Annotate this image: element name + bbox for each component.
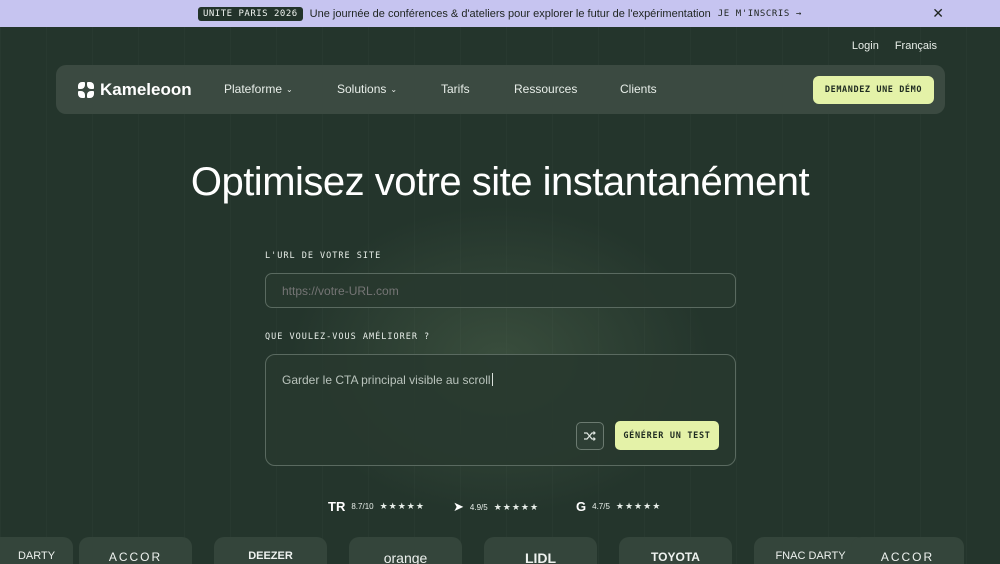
improve-field-label: QUE VOULEZ-VOUS AMÉLIORER ? <box>265 332 431 342</box>
shuffle-icon <box>584 431 596 441</box>
client-logo-toyota: TOYOTA <box>619 537 732 564</box>
nav-item-ressources[interactable]: Ressources <box>514 82 577 96</box>
nav-item-label: Tarifs <box>441 82 470 96</box>
improve-textarea-value: Garder le CTA principal visible au scrol… <box>282 373 493 387</box>
announcement-cta-label: JE M'INSCRIS <box>717 8 790 19</box>
nav-item-label: Ressources <box>514 82 578 96</box>
announcement-bar: UNITE PARIS 2026 Une journée de conféren… <box>0 0 1000 27</box>
rating-score: 8.7/10 <box>351 502 374 511</box>
trustradius-icon: TR <box>328 499 346 514</box>
announcement-cta-link[interactable]: JE M'INSCRIS → <box>718 9 802 19</box>
announcement-text: Une journée de conférences & d'ateliers … <box>309 7 711 20</box>
star-rating-icon: ★★★★★ <box>493 501 540 512</box>
nav-item-label: Clients <box>620 82 657 96</box>
nav-item-solutions[interactable]: Solutions ⌄ <box>337 82 397 96</box>
client-logo-lidl: LIDL <box>484 537 597 564</box>
kameleoon-logo-icon <box>78 82 94 98</box>
request-demo-button[interactable]: DEMANDEZ UNE DÉMO <box>813 76 934 104</box>
client-logo-orange: orange <box>349 537 462 564</box>
url-field-label: L'URL DE VOTRE SITE <box>265 251 382 261</box>
arrow-right-icon: → <box>795 8 803 19</box>
improve-textarea[interactable]: Garder le CTA principal visible au scrol… <box>265 354 736 466</box>
rating-score: 4.7/5 <box>592 502 610 511</box>
star-rating-icon: ★★★★★ <box>615 501 662 511</box>
top-links: Login Français <box>852 40 937 52</box>
language-selector[interactable]: Français <box>895 40 937 52</box>
g2-icon: G <box>576 499 587 514</box>
client-logo-accor-2: ACCOR <box>851 537 964 564</box>
announcement-tag: UNITE PARIS 2026 <box>197 6 303 21</box>
close-icon[interactable]: ✕ <box>932 5 944 22</box>
client-logo-accor: ACCOR <box>79 537 192 564</box>
star-rating-icon: ★★★★★ <box>379 501 425 511</box>
nav-item-label: Plateforme <box>224 82 283 96</box>
rating-g2: G 4.7/5 ★★★★★ <box>576 499 661 514</box>
main-navbar: Kameleoon Plateforme ⌄ Solutions ⌄ Tarif… <box>56 65 945 114</box>
client-logo-darty: DARTY <box>0 537 73 564</box>
nav-item-label: Solutions <box>337 82 387 96</box>
chevron-down-icon: ⌄ <box>390 84 398 94</box>
client-logo-deezer: DEEZER <box>214 537 327 564</box>
rating-trustradius: TR 8.7/10 ★★★★★ <box>328 499 425 514</box>
login-link[interactable]: Login <box>852 40 879 52</box>
nav-item-tarifs[interactable]: Tarifs <box>441 82 470 96</box>
generate-test-button[interactable]: GÉNÉRER UN TEST <box>615 421 719 450</box>
nav-item-plateforme[interactable]: Plateforme ⌄ <box>224 82 293 96</box>
url-input[interactable] <box>265 273 736 308</box>
brand-name: Kameleoon <box>100 80 192 99</box>
capterra-icon: ➤ <box>453 499 464 514</box>
rating-capterra: ➤ 4.9/5 ★★★★★ <box>453 499 539 515</box>
chevron-down-icon: ⌄ <box>286 84 293 94</box>
page-title: Optimisez votre site instantanément <box>190 160 810 204</box>
nav-item-clients[interactable]: Clients <box>620 82 657 96</box>
rating-score: 4.9/5 <box>469 502 488 512</box>
shuffle-button[interactable] <box>576 422 604 450</box>
brand-logo[interactable]: Kameleoon <box>78 80 192 100</box>
